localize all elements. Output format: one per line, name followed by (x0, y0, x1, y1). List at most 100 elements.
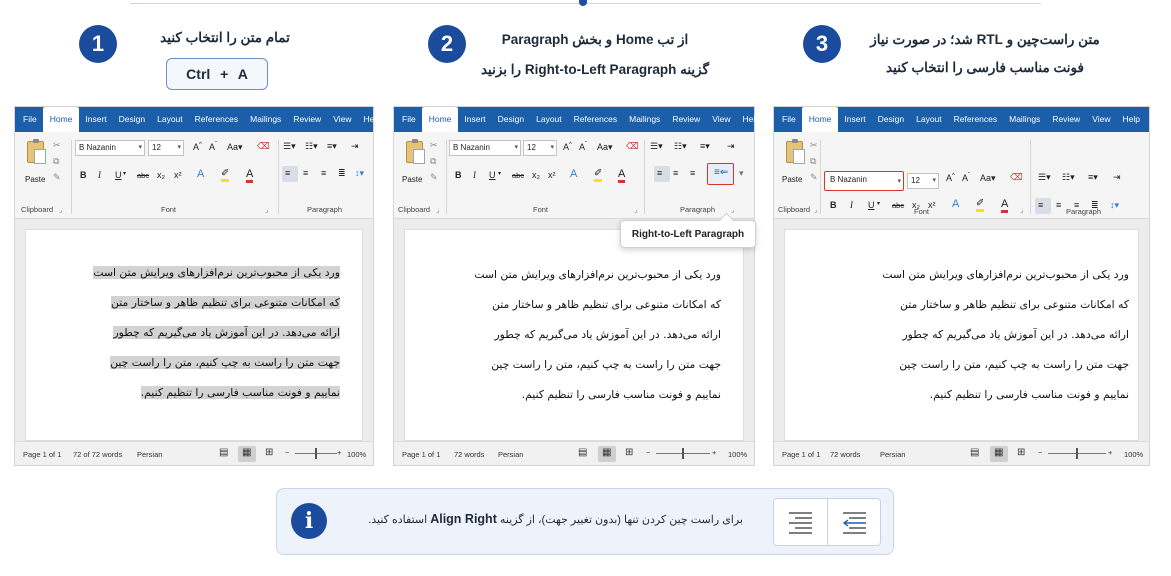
numbering-icon[interactable]: ☷▾ (1062, 172, 1075, 183)
italic-button[interactable]: I (98, 170, 101, 180)
underline-button[interactable]: U (868, 200, 875, 210)
copy-icon[interactable]: ⧉ (53, 156, 59, 167)
bold-button[interactable]: B (830, 200, 837, 210)
language-status[interactable]: Persian (880, 450, 905, 459)
tab-help[interactable]: Help (357, 114, 386, 132)
tab-home[interactable]: Home (801, 107, 839, 132)
web-layout-icon[interactable]: ⊞ (1017, 447, 1025, 458)
tab-help[interactable]: Help (736, 114, 765, 132)
change-case-icon[interactable]: Aa▾ (597, 142, 613, 153)
change-case-icon[interactable]: Aa▾ (227, 142, 243, 153)
font-name-box-highlighted[interactable]: B Nazanin ▾ (824, 171, 904, 191)
word-count[interactable]: 72 words (454, 450, 484, 459)
tab-home[interactable]: Home (42, 107, 80, 132)
tab-layout[interactable]: Layout (151, 114, 189, 132)
strikethrough-button[interactable]: abc (512, 171, 524, 180)
grow-font-icon[interactable]: A^ (193, 142, 202, 152)
numbering-icon[interactable]: ☷▾ (674, 141, 687, 152)
clear-format-icon[interactable]: ⌫ (257, 141, 270, 152)
shrink-font-icon[interactable]: Aˇ (962, 173, 970, 183)
grow-font-icon[interactable]: A^ (946, 173, 955, 183)
bold-button[interactable]: B (455, 170, 462, 180)
clipboard-launcher-icon[interactable]: ⌟ (436, 206, 439, 214)
shrink-font-icon[interactable]: Aˇ (579, 142, 587, 152)
highlight-color-icon[interactable]: ✐ (976, 198, 985, 212)
tab-view[interactable]: View (1086, 114, 1116, 132)
language-status[interactable]: Persian (498, 450, 523, 459)
tab-references[interactable]: References (568, 114, 623, 132)
shrink-font-icon[interactable]: Aˇ (209, 142, 217, 152)
multilevel-list-icon[interactable]: ≡▾ (700, 141, 710, 152)
format-painter-icon[interactable]: ✎ (53, 172, 61, 183)
zoom-out-icon[interactable]: − (285, 448, 289, 457)
subscript-button[interactable]: x₂ (532, 170, 540, 180)
paste-label[interactable]: Paste (25, 175, 45, 184)
format-painter-icon[interactable]: ✎ (430, 172, 438, 183)
tab-design[interactable]: Design (113, 114, 151, 132)
tab-view[interactable]: View (327, 114, 357, 132)
tab-insert[interactable]: Insert (458, 114, 491, 132)
zoom-level[interactable]: 100% (1124, 450, 1143, 459)
highlight-color-icon[interactable]: ✐ (594, 168, 603, 182)
font-launcher-icon[interactable]: ⌟ (265, 206, 268, 214)
cut-icon[interactable]: ✂ (810, 140, 818, 151)
print-layout-button[interactable]: ▦ (238, 446, 256, 462)
align-left-icon[interactable]: ≡ (1038, 200, 1043, 210)
text-effects-icon[interactable]: A (570, 168, 577, 180)
tab-help[interactable]: Help (1116, 114, 1145, 132)
clear-format-icon[interactable]: ⌫ (626, 141, 639, 152)
tab-insert[interactable]: Insert (838, 114, 871, 132)
font-size-box[interactable]: 12 ▾ (523, 140, 557, 156)
tab-references[interactable]: References (948, 114, 1003, 132)
tab-design[interactable]: Design (492, 114, 530, 132)
tab-home[interactable]: Home (421, 107, 459, 132)
cut-icon[interactable]: ✂ (53, 140, 61, 151)
paste-icon[interactable] (23, 139, 47, 165)
copy-icon[interactable]: ⧉ (430, 156, 436, 167)
zoom-thumb[interactable] (1076, 448, 1078, 459)
font-color-icon[interactable]: A (618, 168, 626, 183)
align-left-icon[interactable]: ≡ (285, 168, 290, 178)
tab-mailings[interactable]: Mailings (623, 114, 666, 132)
paste-label[interactable]: Paste (782, 175, 802, 184)
document-text[interactable]: ورد یکی از محبوب‌ترین نرم‌افزارهای ویرای… (817, 260, 1129, 410)
font-size-box[interactable]: 12 ▾ (148, 140, 184, 156)
document-page[interactable]: ورد یکی از محبوب‌ترین نرم‌افزارهای ویرای… (404, 229, 744, 441)
underline-dropdown-icon[interactable]: ▾ (877, 200, 880, 207)
web-layout-icon[interactable]: ⊞ (265, 447, 273, 458)
strikethrough-button[interactable]: abc (137, 171, 149, 180)
highlight-color-icon[interactable]: ✐ (221, 168, 230, 182)
multilevel-list-icon[interactable]: ≡▾ (327, 141, 337, 152)
change-case-icon[interactable]: Aa▾ (980, 173, 996, 184)
clipboard-launcher-icon[interactable]: ⌟ (59, 206, 62, 214)
paragraph-more-icon[interactable]: ▾ (739, 168, 744, 179)
line-spacing-icon[interactable]: ↕▾ (355, 168, 364, 179)
clipboard-launcher-icon[interactable]: ⌟ (814, 206, 817, 214)
tab-mailings[interactable]: Mailings (244, 114, 287, 132)
align-center-icon[interactable]: ≡ (673, 168, 678, 178)
tab-file[interactable]: File (776, 114, 802, 132)
underline-button[interactable]: U (115, 170, 122, 180)
font-name-box[interactable]: B Nazanin ▾ (449, 140, 521, 156)
word-count[interactable]: 72 words (830, 450, 860, 459)
justify-icon[interactable]: ≣ (338, 168, 346, 179)
multilevel-list-icon[interactable]: ≡▾ (1088, 172, 1098, 183)
font-color-icon[interactable]: A (246, 168, 254, 183)
zoom-in-icon[interactable]: + (337, 448, 341, 457)
numbering-icon[interactable]: ☷▾ (305, 141, 318, 152)
bullets-icon[interactable]: ☰▾ (650, 141, 663, 152)
tab-references[interactable]: References (189, 114, 244, 132)
superscript-button[interactable]: x² (928, 200, 936, 210)
grow-font-icon[interactable]: A^ (563, 142, 572, 152)
tab-layout[interactable]: Layout (530, 114, 568, 132)
read-mode-icon[interactable]: ▤ (578, 447, 587, 458)
zoom-thumb[interactable] (315, 448, 317, 459)
zoom-thumb[interactable] (682, 448, 684, 459)
print-layout-button[interactable]: ▦ (598, 446, 616, 462)
align-center-icon[interactable]: ≡ (1056, 200, 1061, 210)
zoom-in-icon[interactable]: + (712, 448, 716, 457)
italic-button[interactable]: I (850, 200, 853, 210)
align-right-icon[interactable]: ≡ (690, 168, 695, 178)
align-center-icon[interactable]: ≡ (303, 168, 308, 178)
copy-icon[interactable]: ⧉ (810, 156, 816, 167)
